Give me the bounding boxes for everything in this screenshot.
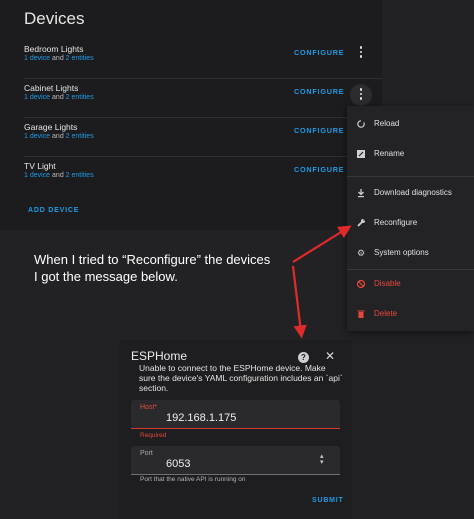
port-helper-text: Port that the native API is running on [140, 476, 246, 483]
port-label: Port [140, 450, 153, 457]
dialog-title: ESPHome [131, 349, 188, 363]
submit-button[interactable]: SUBMIT [312, 497, 344, 504]
esphome-config-dialog: ESPHome ? ✕ Unable to connect to the ESP… [119, 340, 352, 519]
port-stepper-icon[interactable]: ▴ ▾ [320, 453, 324, 466]
port-field[interactable]: Port 6053 ▴ ▾ [131, 446, 340, 475]
arrow-to-reconfigure [292, 225, 352, 263]
arrow-to-dialog [291, 265, 307, 339]
help-icon[interactable]: ? [298, 352, 309, 363]
port-input[interactable]: 6053 [166, 458, 190, 470]
host-field[interactable]: Host* 192.168.1.175 [131, 400, 340, 429]
host-label: Host* [140, 404, 158, 411]
host-error-text: Required [140, 432, 167, 439]
host-input[interactable]: 192.168.1.175 [166, 412, 236, 424]
close-icon[interactable]: ✕ [325, 349, 335, 363]
dialog-error-message: Unable to connect to the ESPHome device.… [139, 363, 343, 393]
